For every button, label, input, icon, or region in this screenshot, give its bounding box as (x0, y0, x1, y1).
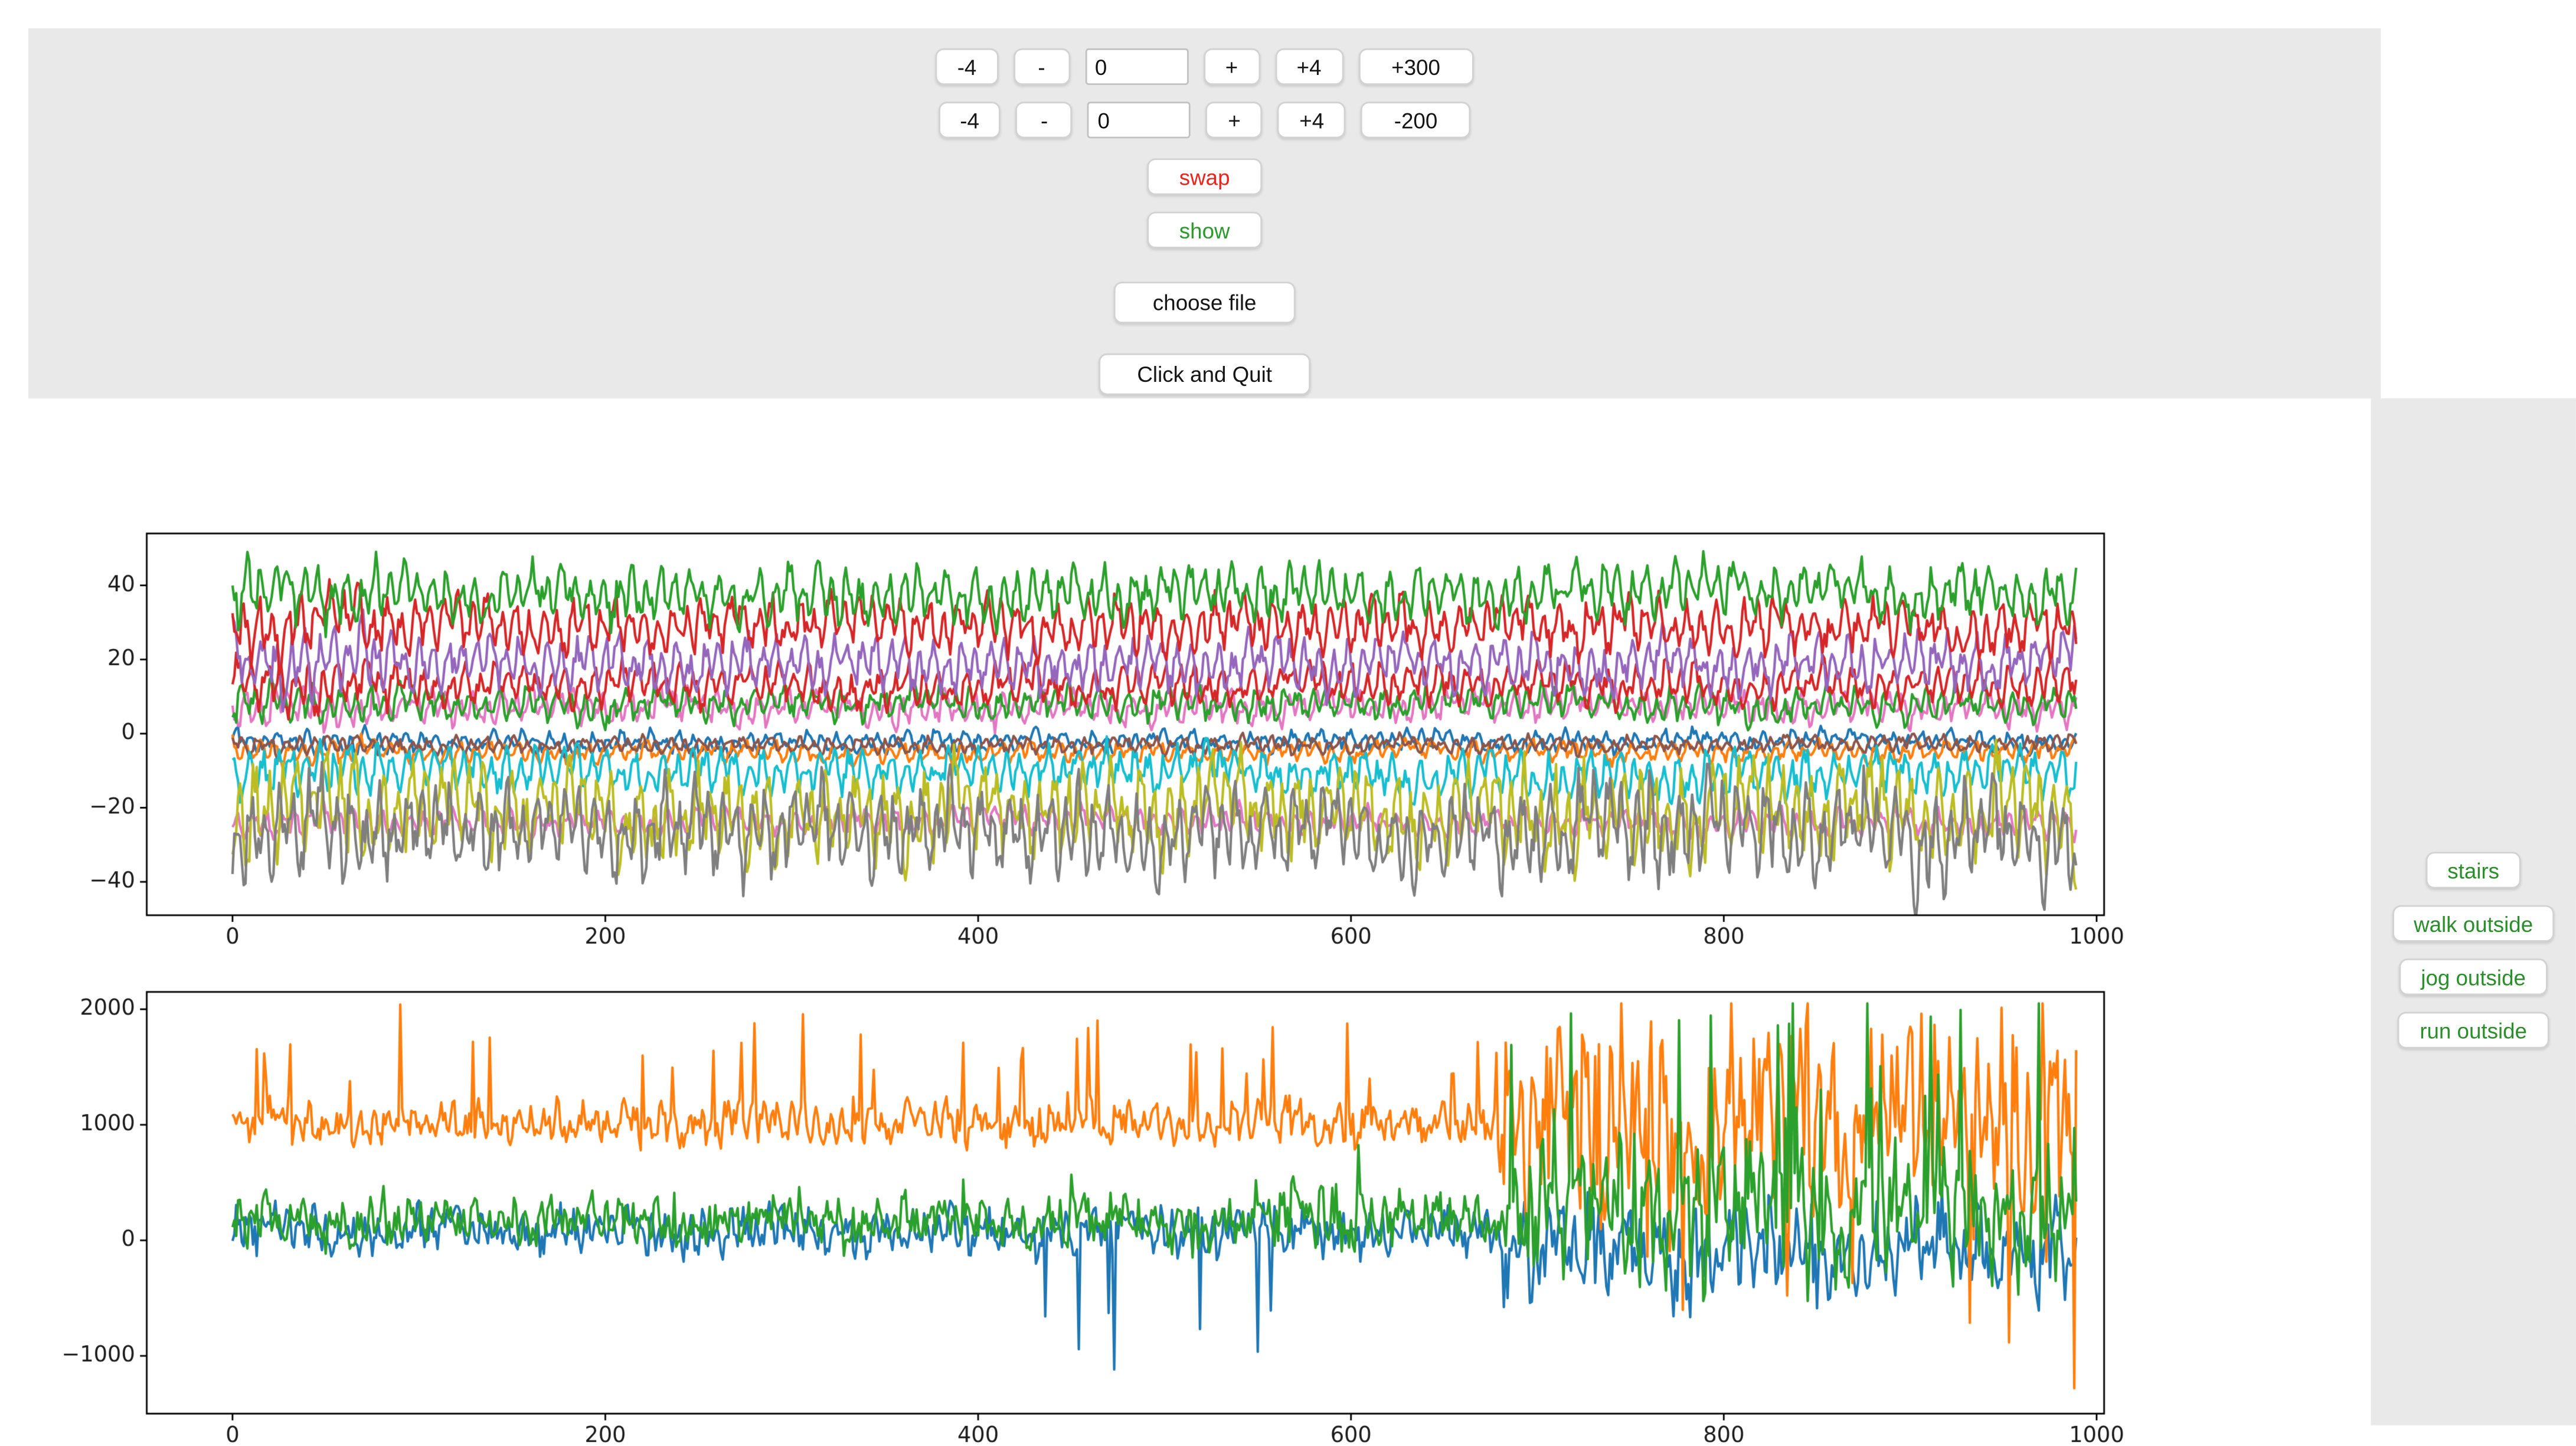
activity-button-jog-outside[interactable]: jog outside (2400, 958, 2548, 995)
bottom-sensor-chart (33, 958, 2251, 1445)
control-panel: -4 - + +4 +300 -4 - + +4 -200 swap show … (28, 28, 2381, 398)
row1-plus-button[interactable]: + (1203, 48, 1260, 85)
row2-minus200-button[interactable]: -200 (1361, 102, 1471, 138)
offset-row-1: -4 - + +4 +300 (936, 48, 1473, 85)
activity-button-run-outside[interactable]: run outside (2398, 1012, 2549, 1048)
choose-file-button[interactable]: choose file (1114, 282, 1294, 323)
row2-value-input[interactable] (1088, 102, 1191, 138)
activity-panel: stairs walk outside jog outside run outs… (2371, 398, 2575, 1425)
top-sensor-chart (33, 500, 2251, 953)
row1-plus4-button[interactable]: +4 (1275, 48, 1343, 85)
activity-button-walk-outside[interactable]: walk outside (2392, 905, 2555, 942)
show-button[interactable]: show (1148, 212, 1261, 248)
app-stage: -4 - + +4 +300 -4 - + +4 -200 swap show … (0, 0, 2576, 1446)
row2-minus4-button[interactable]: -4 (939, 102, 1001, 138)
row1-value-input[interactable] (1085, 48, 1188, 85)
activity-button-stairs[interactable]: stairs (2426, 852, 2521, 888)
row2-minus-button[interactable]: - (1016, 102, 1073, 138)
row1-minus-button[interactable]: - (1014, 48, 1070, 85)
row1-minus4-button[interactable]: -4 (936, 48, 998, 85)
row2-plus-button[interactable]: + (1206, 102, 1263, 138)
click-and-quit-button[interactable]: Click and Quit (1099, 354, 1310, 395)
row1-plus300-button[interactable]: +300 (1358, 48, 1474, 85)
app-window: -4 - + +4 +300 -4 - + +4 -200 swap show … (0, 0, 2576, 1446)
offset-row-2: -4 - + +4 -200 (939, 102, 1471, 138)
swap-button[interactable]: swap (1148, 158, 1261, 195)
row2-plus4-button[interactable]: +4 (1278, 102, 1346, 138)
